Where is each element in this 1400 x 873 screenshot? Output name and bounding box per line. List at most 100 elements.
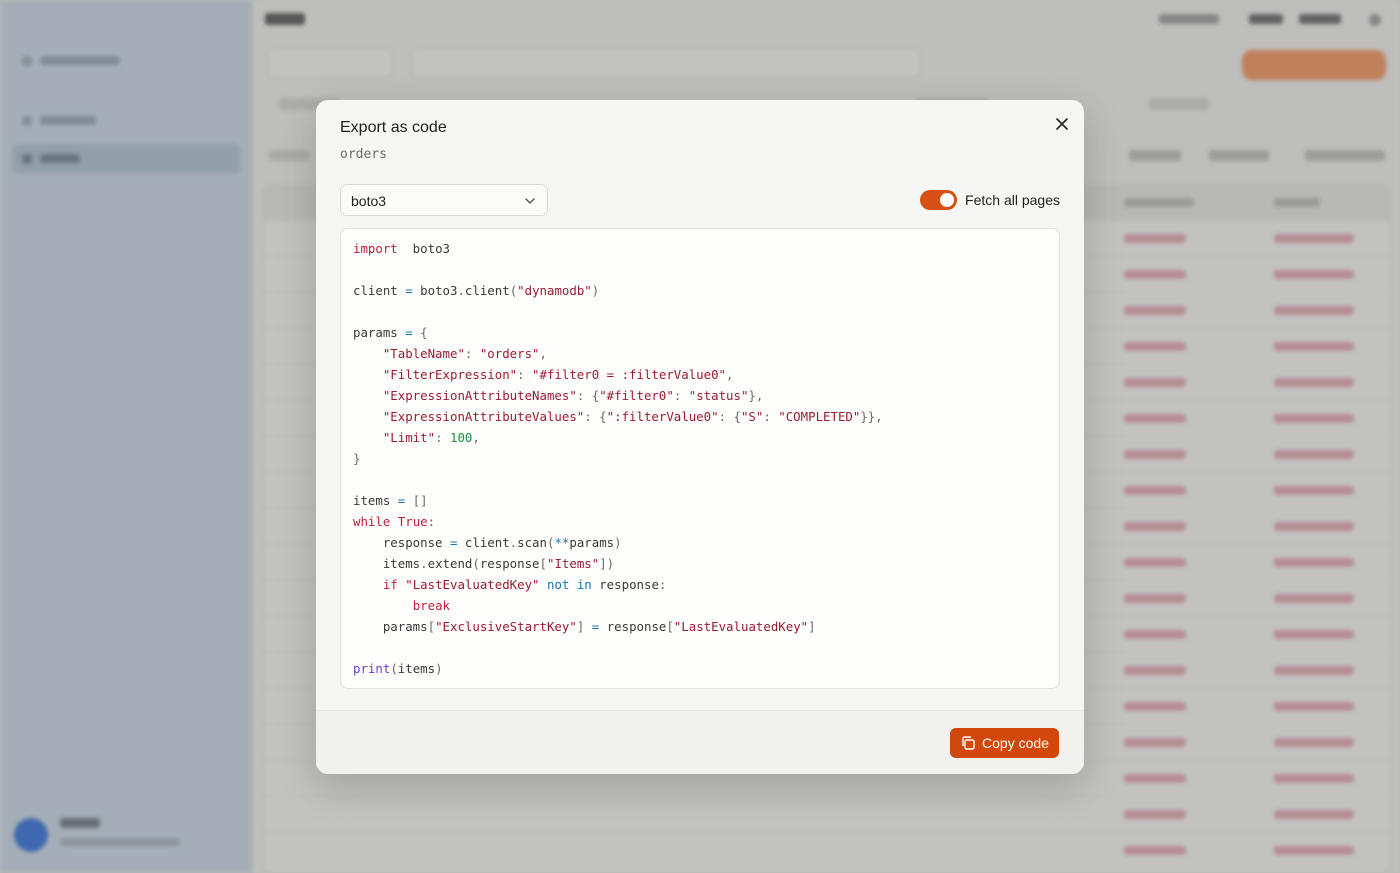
code-token: "LastEvaluatedKey" (405, 577, 540, 592)
code-token: : { (718, 409, 741, 424)
code-line: "ExpressionAttributeNames": {"#filter0":… (353, 385, 883, 406)
code-token: : (427, 514, 436, 529)
table-name: orders (340, 147, 387, 162)
code-token: }, (748, 388, 764, 403)
code-token: params (569, 535, 615, 550)
code-token: ] (808, 619, 816, 634)
language-select-value: boto3 (351, 193, 387, 209)
code-token: "#filter0 = :filterValue0" (532, 367, 727, 382)
code-line: "ExpressionAttributeValues": {":filterVa… (353, 406, 883, 427)
modal-title: Export as code (340, 119, 447, 136)
code-line: response = client.scan(**params) (353, 532, 883, 553)
code-token: : { (584, 409, 607, 424)
code-line: params = { (353, 322, 883, 343)
language-select[interactable]: boto3 (340, 184, 548, 216)
code-token: "S" (740, 409, 764, 424)
code-token: ** (554, 535, 570, 550)
code-token: : (464, 346, 480, 361)
code-token: ":filterValue0" (606, 409, 719, 424)
code-token: params (353, 619, 428, 634)
code-token: True (397, 514, 428, 529)
chevron-down-icon (525, 198, 535, 204)
code-line: items.extend(response["Items"]) (353, 553, 883, 574)
code-token: "LastEvaluatedKey" (673, 619, 809, 634)
code-token: ) (614, 535, 622, 550)
code-token: items (353, 556, 421, 571)
code-token: ) (591, 283, 600, 298)
code-token: : (763, 409, 779, 424)
code-token: items (353, 493, 398, 508)
code-block[interactable]: import boto3 client = boto3.client("dyna… (340, 228, 1060, 689)
code-token: client (457, 535, 510, 550)
code-token: ]) (599, 556, 615, 571)
code-token: "orders" (479, 346, 540, 361)
code-token: "#filter0" (599, 388, 674, 403)
code-token: client (353, 283, 406, 298)
code-token: ( (472, 556, 480, 571)
code-token: response (479, 556, 540, 571)
code-token: response (591, 577, 659, 592)
code-token: scan (517, 535, 547, 550)
code-token: "Items" (547, 556, 600, 571)
code-token: : (517, 367, 533, 382)
code-token: [ (427, 619, 436, 634)
code-token: : { (576, 388, 600, 403)
code-token: = (405, 283, 413, 298)
code-line: client = boto3.client("dynamodb") (353, 280, 883, 301)
code-token: , (726, 367, 734, 382)
code-line: break (353, 595, 883, 616)
close-icon (1056, 118, 1068, 130)
code-line: import boto3 (353, 238, 883, 259)
code-token: "TableName" (382, 346, 465, 361)
code-token: : (673, 388, 689, 403)
copy-code-button[interactable]: Copy code (950, 728, 1059, 758)
fetch-all-pages-label: Fetch all pages (965, 192, 1060, 208)
code-line: items = [] (353, 490, 883, 511)
code-line: if "LastEvaluatedKey" not in response: (353, 574, 883, 595)
code-token: ( (390, 661, 398, 676)
code-token: "FilterExpression" (382, 367, 518, 382)
code-token: ) (435, 661, 443, 676)
code-line: "FilterExpression": "#filter0 = :filterV… (353, 364, 883, 385)
code-line: } (353, 448, 883, 469)
code-token: in (576, 577, 592, 592)
code-line: while True: (353, 511, 883, 532)
code-token: "dynamodb" (517, 283, 592, 298)
code-token: = (405, 325, 413, 340)
code-token: [ (539, 556, 547, 571)
code-token: items (397, 661, 436, 676)
modal-footer: Copy code (316, 710, 1084, 774)
code-token: response (353, 535, 450, 550)
toggle-knob (940, 193, 955, 207)
copy-code-label: Copy code (982, 735, 1049, 751)
code-token: , (539, 346, 547, 361)
close-button[interactable] (1050, 112, 1074, 136)
code-token: [] (405, 493, 428, 508)
copy-icon (962, 736, 975, 750)
code-token: boto3 (397, 241, 450, 256)
fetch-all-pages-toggle[interactable] (920, 190, 958, 210)
code-token: "COMPLETED" (778, 409, 861, 424)
code-token: , (472, 430, 480, 445)
code-line: "Limit": 100, (353, 427, 883, 448)
code-token: . (420, 556, 428, 571)
export-code-modal: Export as code orders boto3 Fetch all pa… (316, 100, 1084, 774)
code-token: }}, (860, 409, 883, 424)
code-token: if (382, 577, 398, 592)
code-token: "Limit" (382, 430, 436, 445)
code-token: client (464, 283, 510, 298)
code-token: { (412, 325, 428, 340)
code-token: while (353, 514, 391, 529)
